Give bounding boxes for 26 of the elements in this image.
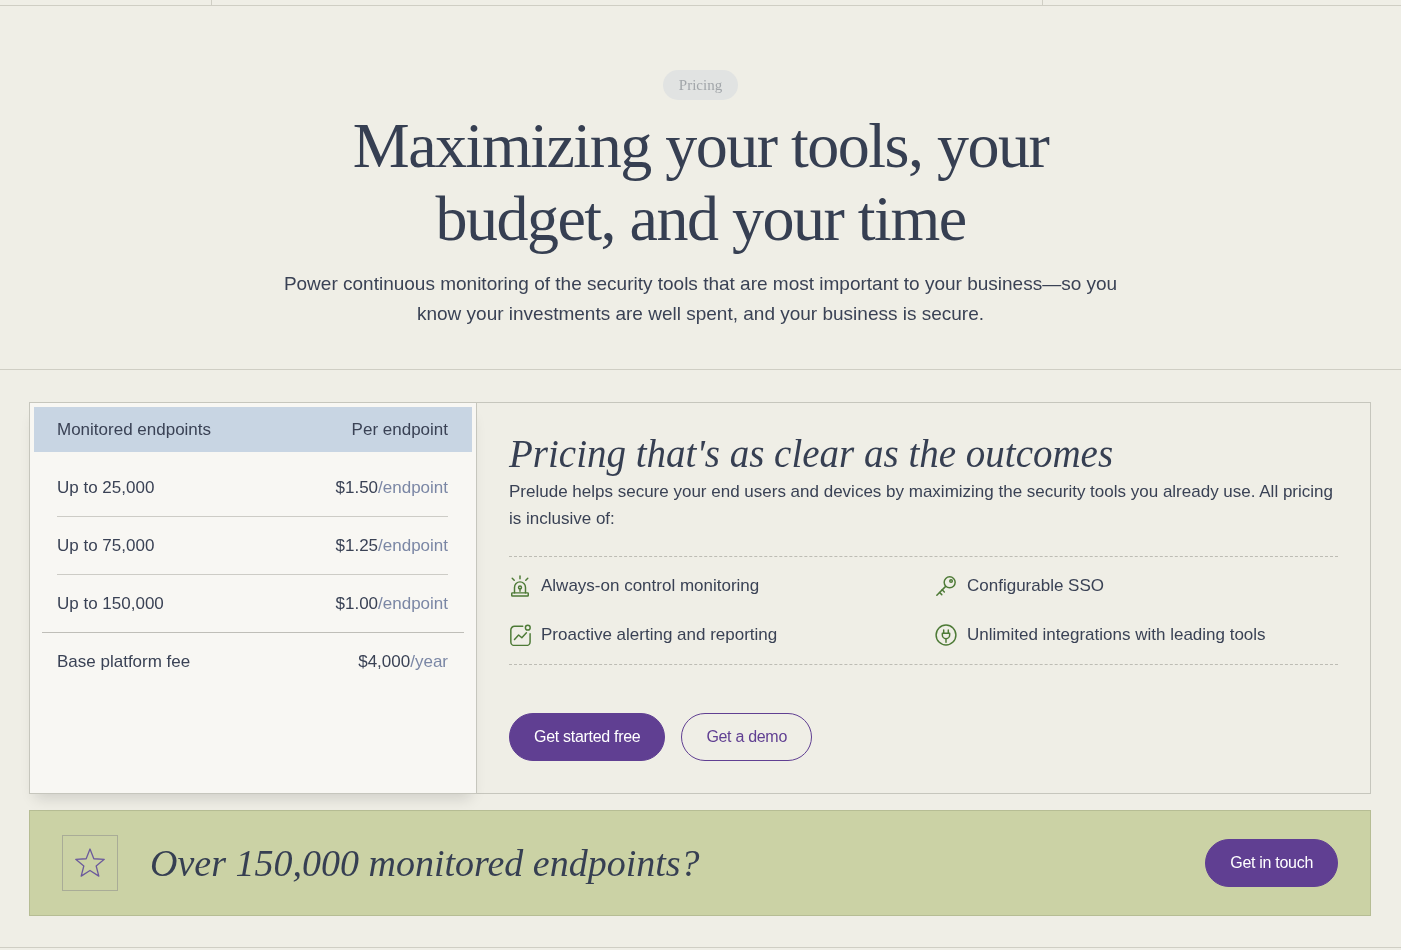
contact-button[interactable]: Get in touch (1205, 839, 1338, 887)
get-started-button[interactable]: Get started free (509, 713, 666, 761)
siren-icon (509, 575, 531, 597)
price-text: $1.00/endpoint (335, 593, 448, 614)
column-header: Monitored endpoints (57, 419, 212, 440)
feature-label: Proactive alerting and reporting (541, 625, 778, 645)
chart-icon (509, 624, 531, 646)
tier-label: Up to 150,000 (57, 593, 164, 614)
tier-label: Up to 75,000 (57, 535, 155, 556)
details-title: Pricing that's as clear as the outcomes (509, 432, 1115, 476)
price-text: $4,000/year (358, 651, 448, 672)
column-header: Per endpoint (351, 419, 448, 440)
tier-label: Up to 25,000 (57, 477, 155, 498)
price-text: $1.25/endpoint (335, 535, 448, 556)
details-description: Prelude helps secure your end users and devices by maximizing the security tools you already use. All pricing is inclusive of: (509, 481, 1334, 530)
intro-text: Power continuous monitoring of the security tools that are most important to your business—so you know your investments are well spent, and your business is secure. (282, 272, 1119, 326)
price-text: $1.50/endpoint (335, 477, 448, 498)
page-headline: Maximizing your tools, your budget, and your time (351, 109, 1050, 255)
plug-icon (935, 624, 957, 646)
banner-title: Over 150,000 monitored endpoints? (150, 841, 701, 885)
feature-label: Configurable SSO (967, 576, 1105, 596)
fee-label: Base platform fee (57, 651, 191, 672)
feature-label: Unlimited integrations with leading tools (967, 625, 1266, 645)
key-icon (935, 575, 957, 597)
section-tag: Pricing (662, 70, 739, 100)
feature-label: Always-on control monitoring (541, 576, 760, 596)
